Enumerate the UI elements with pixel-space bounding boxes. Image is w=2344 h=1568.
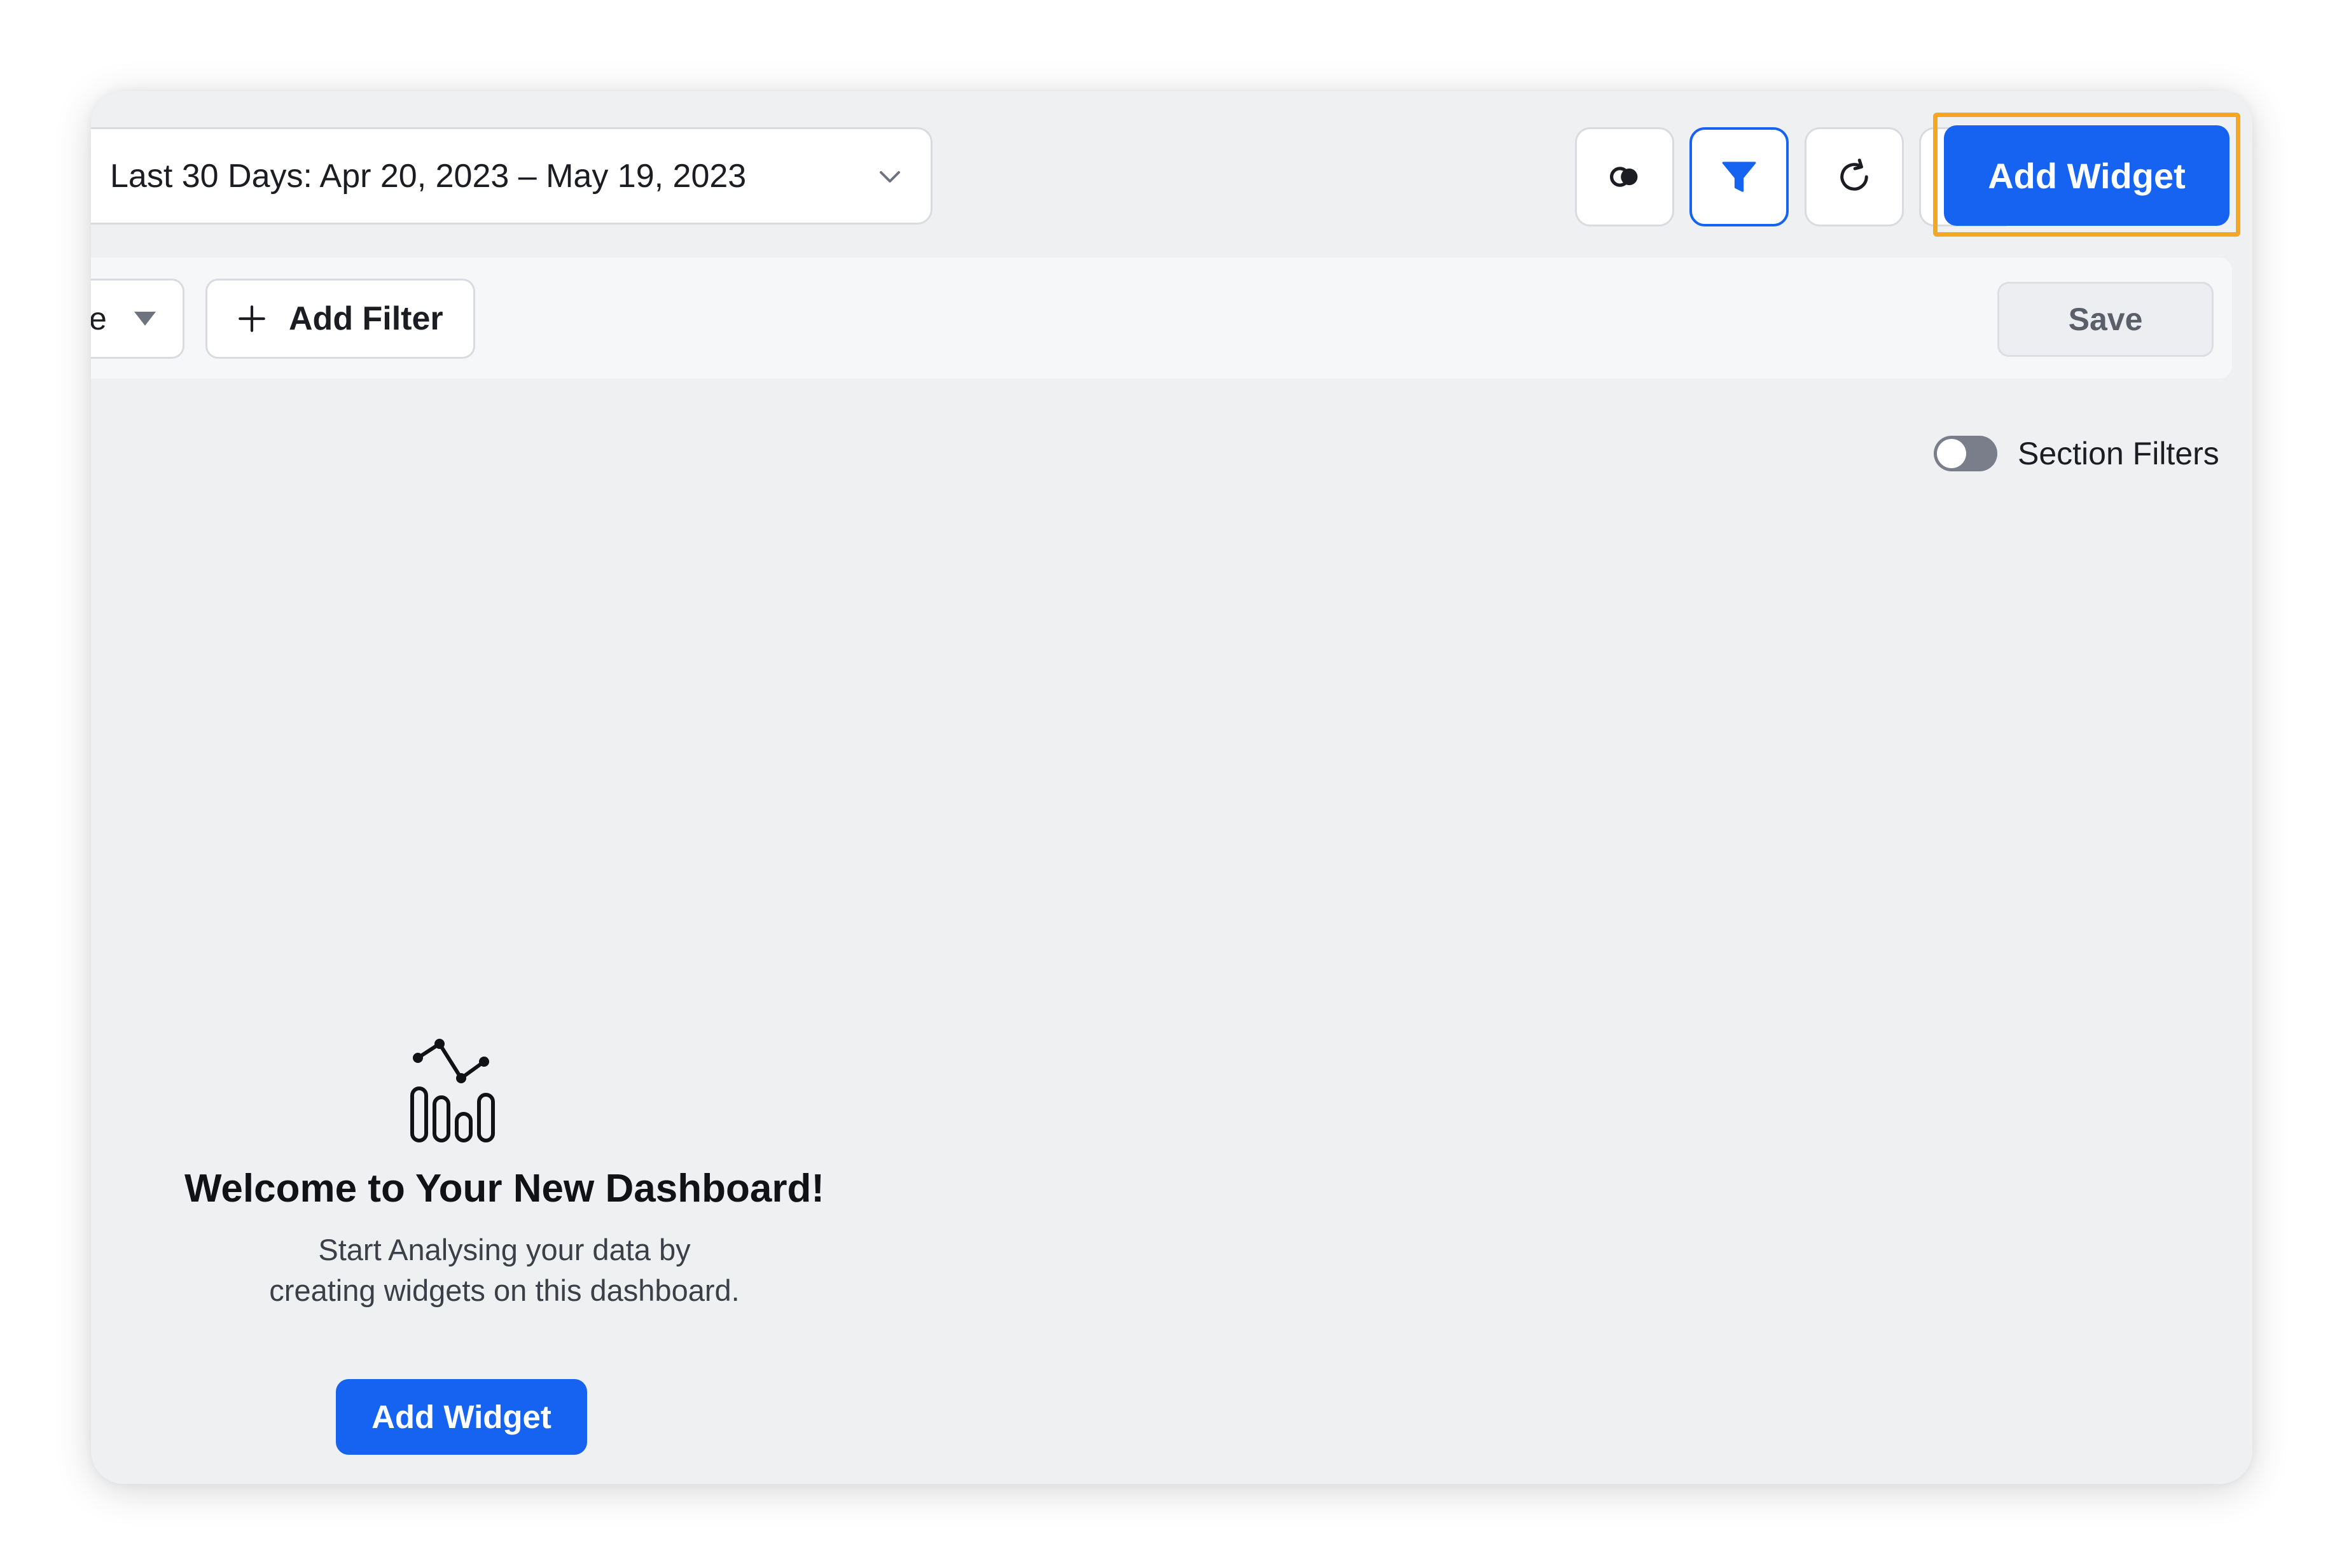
chevron-down-icon [880,170,900,183]
filter-select-value: e [91,301,107,336]
caret-down-icon [134,312,156,326]
filter-select[interactable]: e [91,279,184,359]
toggle-knob [1937,439,1966,468]
add-filter-label: Add Filter [289,300,443,337]
filter-icon [1722,162,1756,192]
add-widget-button[interactable]: Add Widget [1944,125,2230,226]
chart-analytics-icon [410,1039,495,1142]
section-filters-label: Section Filters [2018,436,2219,471]
section-filters-toggle[interactable] [1934,436,1997,471]
empty-state-add-widget-button[interactable]: Add Widget [336,1379,587,1455]
refresh-icon [1840,158,1868,191]
filter-bar: e Add Filter Save [91,258,2232,378]
plus-icon [239,305,265,332]
date-range-selector[interactable]: Last 30 Days: Apr 20, 2023 – May 19, 202… [91,127,933,225]
date-range-label: Last 30 Days: Apr 20, 2023 – May 19, 202… [110,157,747,195]
add-filter-button[interactable]: Add Filter [205,279,475,359]
section-filters-control: Section Filters [1934,434,2219,473]
toggle-view-button[interactable] [1575,127,1674,226]
toggle-view-icon [1609,167,1638,187]
empty-state-title: Welcome to Your New Dashboard! [184,1167,824,1211]
filter-button[interactable] [1689,127,1789,226]
dashboard-panel: Last 30 Days: Apr 20, 2023 – May 19, 202… [91,91,2252,1484]
empty-state-description: Start Analysing your data by creating wi… [269,1233,740,1307]
refresh-button[interactable] [1805,127,1904,226]
save-button[interactable]: Save [1997,282,2214,357]
